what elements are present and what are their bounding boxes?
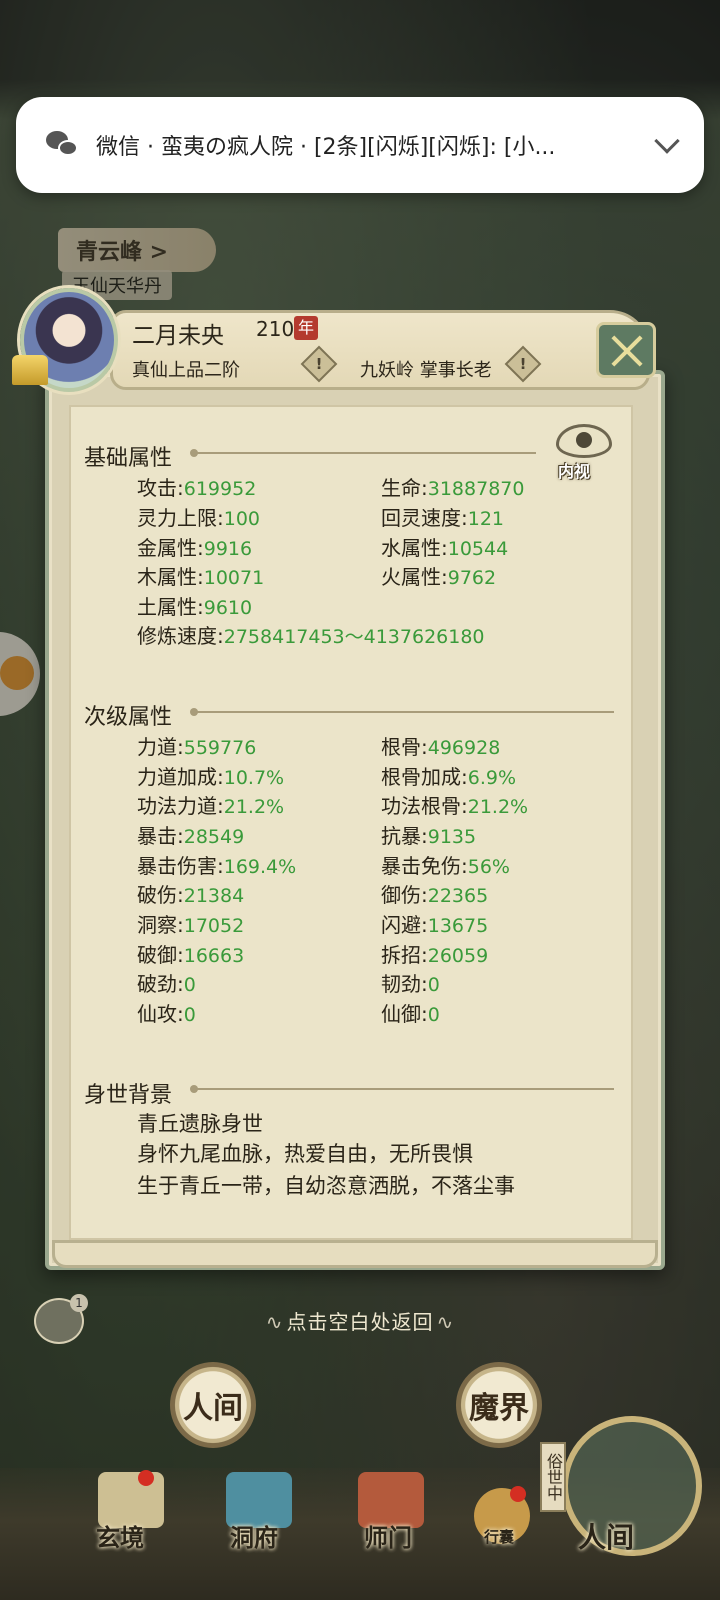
wechat-notification[interactable]: 微信 · 蛮夷の疯人院 · [2条][闪烁][闪烁]: [小... bbox=[16, 97, 704, 193]
world-status-tag: 俗世中 bbox=[540, 1442, 566, 1512]
stat-fire: 火属性:9762 bbox=[381, 565, 497, 589]
stat-crit-resist: 抗暴:9135 bbox=[381, 824, 477, 848]
nav-renjian[interactable]: 人间 bbox=[578, 1516, 634, 1556]
stat-crit-damage: 暴击伤害:169.4% bbox=[137, 854, 297, 878]
tap-to-return-hint: ∿ 点击空白处返回 ∿ bbox=[265, 1310, 455, 1334]
section-title-background: 身世背景 bbox=[84, 1083, 173, 1108]
stat-break-defense: 破御:16663 bbox=[137, 943, 245, 967]
age-unit-badge: 年 bbox=[294, 316, 318, 340]
stat-crit: 暴击:28549 bbox=[137, 824, 245, 848]
notification-dot bbox=[510, 1486, 526, 1502]
stat-immortal-attack: 仙攻:0 bbox=[137, 1002, 196, 1026]
stat-constitution-bonus: 根骨加成:6.9% bbox=[381, 765, 517, 789]
player-age: 210 bbox=[256, 317, 295, 341]
background-line: 青丘遗脉身世 bbox=[137, 1112, 263, 1136]
background-line: 生于青丘一带，自幼恣意洒脱，不落尘事 bbox=[137, 1174, 515, 1198]
chat-badge: 1 bbox=[70, 1294, 88, 1312]
player-name: 二月未央 bbox=[132, 323, 224, 349]
stat-damage-defense: 御伤:22365 bbox=[381, 883, 489, 907]
background-line: 身怀九尾血脉，热爱自由，无所畏惧 bbox=[137, 1142, 473, 1166]
stat-hp: 生命:31887870 bbox=[381, 476, 525, 500]
nav-dongfu[interactable]: 洞府 bbox=[230, 1518, 278, 1553]
section-title-secondary: 次级属性 bbox=[84, 705, 173, 730]
close-button[interactable] bbox=[596, 322, 656, 378]
section-divider bbox=[190, 449, 536, 457]
stat-mana-regen: 回灵速度:121 bbox=[381, 506, 505, 530]
realm-demon-button[interactable]: 魔界 bbox=[456, 1362, 542, 1448]
realm-human-button[interactable]: 人间 bbox=[170, 1362, 256, 1448]
scroll-curl-icon: ∿ bbox=[433, 1310, 455, 1334]
stat-dodge: 闪避:13675 bbox=[381, 913, 489, 937]
stat-crit-damage-reduction: 暴击免伤:56% bbox=[381, 854, 510, 878]
chevron-down-icon[interactable] bbox=[654, 128, 680, 154]
stat-toughness: 韧劲:0 bbox=[381, 972, 440, 996]
nav-bag[interactable]: 行囊 bbox=[484, 1526, 514, 1547]
stat-skill-strength: 功法力道:21.2% bbox=[137, 794, 285, 818]
stat-attack: 攻击:619952 bbox=[137, 476, 257, 500]
stat-wood: 木属性:10071 bbox=[137, 565, 265, 589]
nav-xuanjing[interactable]: 玄境 bbox=[96, 1518, 144, 1553]
scroll-curl-icon: ∿ bbox=[265, 1310, 287, 1334]
stat-immortal-defense: 仙御:0 bbox=[381, 1002, 440, 1026]
stat-metal: 金属性:9916 bbox=[137, 536, 253, 560]
stat-strength: 力道:559776 bbox=[137, 735, 257, 759]
crown-icon bbox=[12, 355, 48, 385]
inner-view-button[interactable]: 内视 bbox=[552, 418, 616, 482]
stat-skill-constitution: 功法根骨:21.2% bbox=[381, 794, 529, 818]
stat-cultivation-speed: 修炼速度:2758417453～4137626180 bbox=[137, 624, 485, 648]
section-divider bbox=[190, 1085, 614, 1093]
stat-penetration: 破伤:21384 bbox=[137, 883, 245, 907]
stat-strength-bonus: 力道加成:10.7% bbox=[137, 765, 285, 789]
cultivation-realm: 真仙上品二阶 bbox=[132, 360, 240, 381]
notification-text: 微信 · 蛮夷の疯人院 · [2条][闪烁][闪烁]: [小... bbox=[96, 135, 556, 160]
stat-parry: 拆招:26059 bbox=[381, 943, 489, 967]
inner-view-label: 内视 bbox=[558, 462, 591, 481]
stat-break-toughness: 破劲:0 bbox=[137, 972, 196, 996]
wechat-icon bbox=[46, 131, 80, 159]
sect-position: 九妖岭 掌事长老 bbox=[360, 360, 492, 381]
stat-constitution: 根骨:496928 bbox=[381, 735, 501, 759]
panel-bottom-frame bbox=[52, 1240, 658, 1268]
chat-icon[interactable]: 1 bbox=[34, 1294, 88, 1344]
stat-insight: 洞察:17052 bbox=[137, 913, 245, 937]
stat-earth: 土属性:9610 bbox=[137, 595, 253, 619]
stat-mana-max: 灵力上限:100 bbox=[137, 506, 261, 530]
section-title-basic: 基础属性 bbox=[84, 446, 173, 471]
nav-shimen[interactable]: 师门 bbox=[364, 1518, 412, 1553]
section-divider bbox=[190, 708, 614, 716]
notification-dot bbox=[138, 1470, 154, 1486]
stat-water: 水属性:10544 bbox=[381, 536, 509, 560]
